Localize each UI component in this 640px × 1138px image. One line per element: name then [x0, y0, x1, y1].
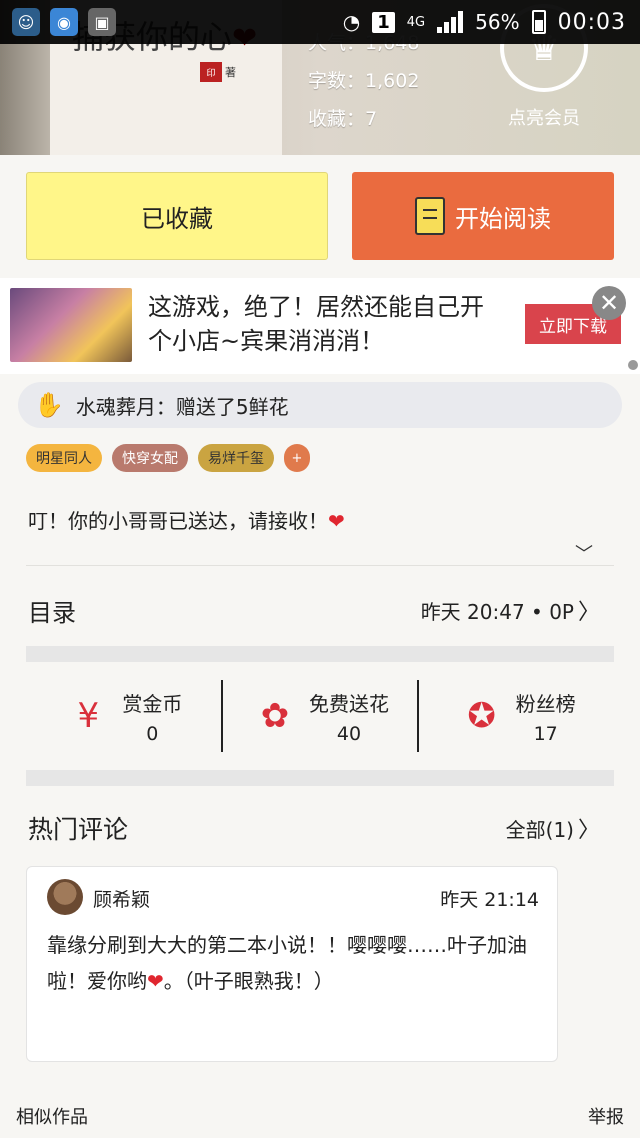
reward-value: 0: [146, 722, 159, 745]
signal-icon: [437, 11, 464, 33]
chevron-right-icon: 〉: [577, 600, 600, 625]
more-tags-button[interactable]: +: [284, 444, 310, 472]
section-separator: [26, 770, 614, 786]
reward-label: 赏金币: [122, 691, 183, 716]
hot-comments-header: 热门评论 全部(1) 〉: [28, 810, 600, 846]
book-actions: 已收藏 开始阅读: [26, 172, 614, 260]
reward-value: 40: [336, 722, 362, 745]
red-envelope-icon: ¥: [77, 696, 100, 736]
clock: 00:03: [557, 9, 626, 35]
network-type: 4G: [406, 14, 426, 30]
status-bar: ☺ ◉ ▣ ◔ 1 4G 56% 00:03: [0, 0, 640, 44]
book-icon: [415, 197, 445, 235]
stat-favorites: 收藏：7: [308, 108, 378, 130]
start-reading-button[interactable]: 开始阅读: [352, 172, 614, 260]
heart-icon: ❤: [328, 509, 345, 533]
ad-marker-icon: [628, 360, 638, 370]
cover-author: 著: [225, 66, 236, 79]
ad-image: [10, 288, 132, 362]
tag-item[interactable]: 易烊千玺: [198, 444, 274, 472]
toc-title: 目录: [28, 598, 76, 627]
stat-word-count: 字数：1,602: [308, 70, 420, 92]
ad-text: 这游戏，绝了！居然还能自己开个小店~宾果消消消！: [148, 293, 484, 355]
start-reading-label: 开始阅读: [455, 204, 551, 233]
comment-text: 靠缘分刷到大大的第二本小说！！嘤嘤嘤……叶子加油啦！爱你哟❤。（叶子眼熟我！）: [47, 933, 527, 993]
toc-meta: 昨天 20:47 • 0P: [420, 599, 574, 624]
table-of-contents-row[interactable]: 目录 昨天 20:47 • 0P 〉: [28, 590, 600, 630]
all-comments-link[interactable]: 全部(1): [506, 814, 574, 843]
comment-time: 昨天 21:14: [440, 889, 539, 911]
heart-icon: ❤: [147, 969, 164, 993]
reward-value: 17: [533, 722, 558, 745]
battery-percent: 56%: [475, 10, 520, 34]
section-title: 热门评论: [28, 815, 129, 844]
divider: [26, 565, 614, 566]
avatar[interactable]: [47, 879, 83, 915]
sim-icon: 1: [372, 11, 395, 33]
favorited-button[interactable]: 已收藏: [26, 172, 328, 260]
book-intro: 叮！你的小哥哥已送达，请接收！❤: [28, 509, 345, 533]
wifi-icon: ◔: [342, 10, 361, 34]
similar-works-label[interactable]: 相似作品: [16, 1103, 88, 1129]
comment-card[interactable]: 顾希颖 昨天 21:14 靠缘分刷到大大的第二本小说！！嘤嘤嘤……叶子加油啦！爱…: [26, 866, 558, 1062]
vip-label: 点亮会员: [508, 108, 580, 129]
reward-label: 粉丝榜: [515, 691, 576, 716]
battery-icon: [531, 10, 546, 34]
flower-icon: ✿: [260, 696, 290, 736]
reward-coins-button[interactable]: ¥ 赏金币 0: [26, 680, 221, 752]
chevron-right-icon: 〉: [577, 818, 600, 843]
reward-row: ¥ 赏金币 0 ✿ 免费送花 40 ✪ 粉丝榜 17: [26, 680, 614, 752]
chat-app-icon: ☺: [12, 8, 40, 36]
ribbon-icon: ✪: [467, 696, 496, 736]
gift-notice-text: 水魂葬月：赠送了5鲜花: [75, 394, 289, 419]
reward-label: 免费送花: [309, 691, 389, 716]
clap-icon: ✋: [34, 391, 64, 419]
tag-item[interactable]: 明星同人: [26, 444, 102, 472]
tag-list: 明星同人 快穿女配 易烊千玺 +: [26, 444, 310, 472]
wifi-hotspot-icon: ◉: [50, 8, 78, 36]
report-link[interactable]: 举报: [588, 1103, 624, 1129]
send-flower-button[interactable]: ✿ 免费送花 40: [220, 680, 418, 752]
image-icon: ▣: [88, 8, 116, 36]
close-icon[interactable]: ✕: [592, 286, 626, 320]
tag-item[interactable]: 快穿女配: [112, 444, 188, 472]
author-seal-icon: 印: [200, 62, 222, 82]
section-separator: [26, 646, 614, 662]
chevron-down-icon[interactable]: ﹀: [575, 540, 593, 566]
ad-banner[interactable]: 这游戏，绝了！居然还能自己开个小店~宾果消消消！ 立即下载 ✕: [0, 278, 640, 374]
gift-notice: ✋ 水魂葬月：赠送了5鲜花: [18, 382, 622, 428]
comment-username[interactable]: 顾希颖: [93, 885, 150, 912]
fan-ranking-button[interactable]: ✪ 粉丝榜 17: [417, 680, 614, 752]
